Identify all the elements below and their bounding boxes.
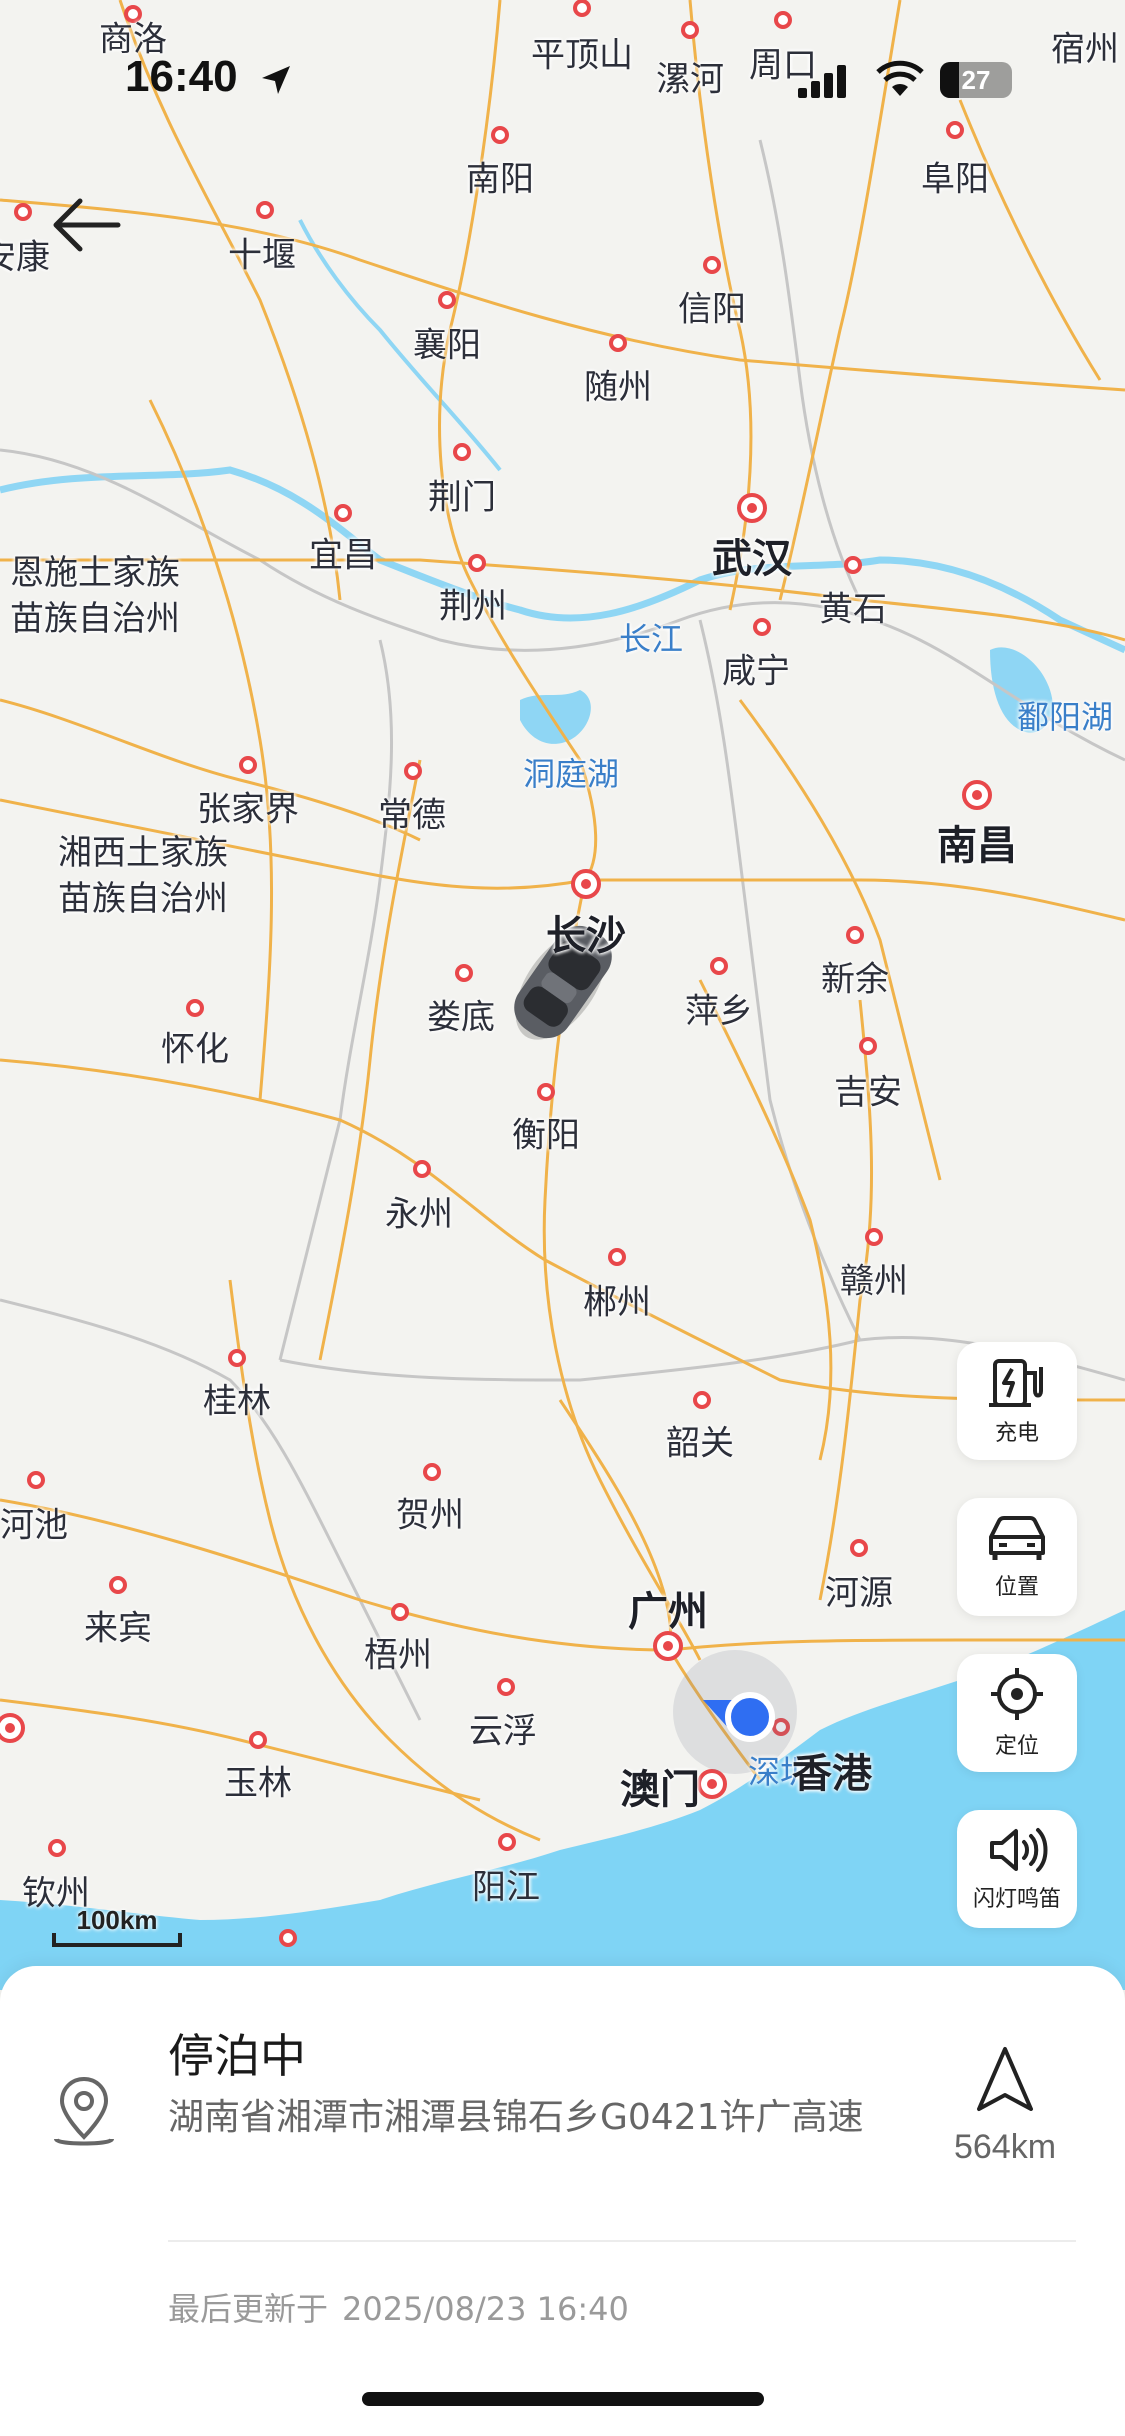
city-label: 澳门 (620, 1767, 700, 1813)
city-label: 萍乡 (685, 991, 753, 1032)
charging-station-icon (989, 1359, 1043, 1407)
city-label: 武汉 (712, 536, 792, 582)
city-label: 来宾 (84, 1608, 152, 1649)
battery-level: 27 (961, 65, 991, 95)
car-icon (989, 1516, 1045, 1560)
divider (168, 2240, 1076, 2242)
charging-button[interactable]: 充电 (957, 1342, 1077, 1460)
last-updated-time: 2025/08/23 16:40 (342, 2290, 629, 2328)
location-arrow-icon (262, 66, 290, 94)
location-pin-icon (54, 2076, 114, 2146)
flash-horn-label: 闪灯鸣笛 (972, 1887, 1061, 1912)
city-label: 咸宁 (722, 651, 790, 692)
city-label: 云浮 (469, 1711, 537, 1752)
city-label: 永州 (385, 1194, 453, 1235)
city-label: 贺州 (396, 1495, 464, 1536)
city-label: 襄阳 (413, 325, 481, 366)
battery-icon: 27 (940, 62, 1012, 98)
city-label: 荆州 (439, 586, 507, 627)
city-label: 广州 (628, 1589, 708, 1635)
city-label: 长江 (618, 620, 684, 658)
status-bar: 16:40 27 (0, 0, 1125, 140)
city-label: 河源 (825, 1573, 893, 1614)
vehicle-location-label: 位置 (994, 1575, 1039, 1600)
city-label: 荆门 (428, 477, 496, 518)
city-label: 随州 (584, 367, 652, 408)
city-label: 韶关 (666, 1423, 734, 1464)
city-label: 怀化 (161, 1029, 229, 1070)
city-label: 阳江 (472, 1867, 540, 1908)
wifi-icon (876, 60, 924, 96)
city-label: 吉安 (834, 1072, 902, 1113)
city-label: 新余 (821, 959, 889, 1000)
city-label: 衡阳 (512, 1115, 580, 1156)
parking-status: 停泊中 (168, 2029, 306, 2083)
back-arrow-icon[interactable] (48, 185, 128, 265)
status-time: 16:40 (125, 52, 238, 101)
home-indicator (362, 2392, 764, 2406)
city-label: 赣州 (840, 1261, 908, 1302)
city-label: 鄱阳湖 (1016, 698, 1114, 736)
city-label: 张家界 (197, 789, 299, 830)
city-label: 阜阳 (921, 159, 989, 200)
city-label: 桂林 (203, 1381, 271, 1422)
last-updated: 最后更新于 2025/08/23 16:40 (168, 2284, 629, 2330)
city-label: 十堰 (228, 235, 296, 276)
region-label: 湘西土家族 苗族自治州 (58, 833, 228, 919)
locate-button-label: 定位 (994, 1734, 1039, 1759)
map-scale-label: 100km (76, 1905, 158, 1935)
city-label: 南阳 (466, 159, 534, 200)
vehicle-location-button[interactable]: 位置 (957, 1498, 1077, 1616)
city-label: 安康 (0, 237, 50, 278)
city-label: 香港 (792, 1751, 872, 1797)
city-label: 玉林 (224, 1763, 292, 1804)
horn-speaker-icon (990, 1828, 1048, 1872)
cellular-signal-icon (798, 65, 846, 98)
city-label: 洞庭湖 (522, 755, 620, 793)
city-label: 梧州 (364, 1635, 432, 1676)
city-label: 黄石 (819, 589, 887, 630)
city-label: 常德 (378, 795, 446, 836)
charging-button-label: 充电 (994, 1421, 1039, 1446)
region-label: 恩施土家族 苗族自治州 (10, 553, 180, 639)
locate-crosshair-icon (991, 1668, 1043, 1720)
city-label: 信阳 (678, 289, 746, 330)
city-label: 娄底 (427, 997, 495, 1038)
flash-horn-button[interactable]: 闪灯鸣笛 (957, 1810, 1077, 1928)
city-label: 长沙 (546, 913, 626, 959)
locate-button[interactable]: 定位 (957, 1654, 1077, 1772)
vehicle-address: 湖南省湘潭市湘潭县锦石乡G0421许广高速 (168, 2097, 864, 2138)
navigate-arrow-icon[interactable] (973, 2045, 1037, 2115)
city-label: 郴州 (583, 1282, 651, 1323)
map-scale-bar: 100km (52, 1905, 182, 1955)
city-label: 宜昌 (309, 535, 377, 576)
city-label: 河池 (0, 1505, 68, 1546)
vehicle-distance[interactable]: 564km (930, 2128, 1080, 2167)
last-updated-label: 最后更新于 (168, 2290, 329, 2328)
city-label: 南昌 (937, 823, 1017, 869)
